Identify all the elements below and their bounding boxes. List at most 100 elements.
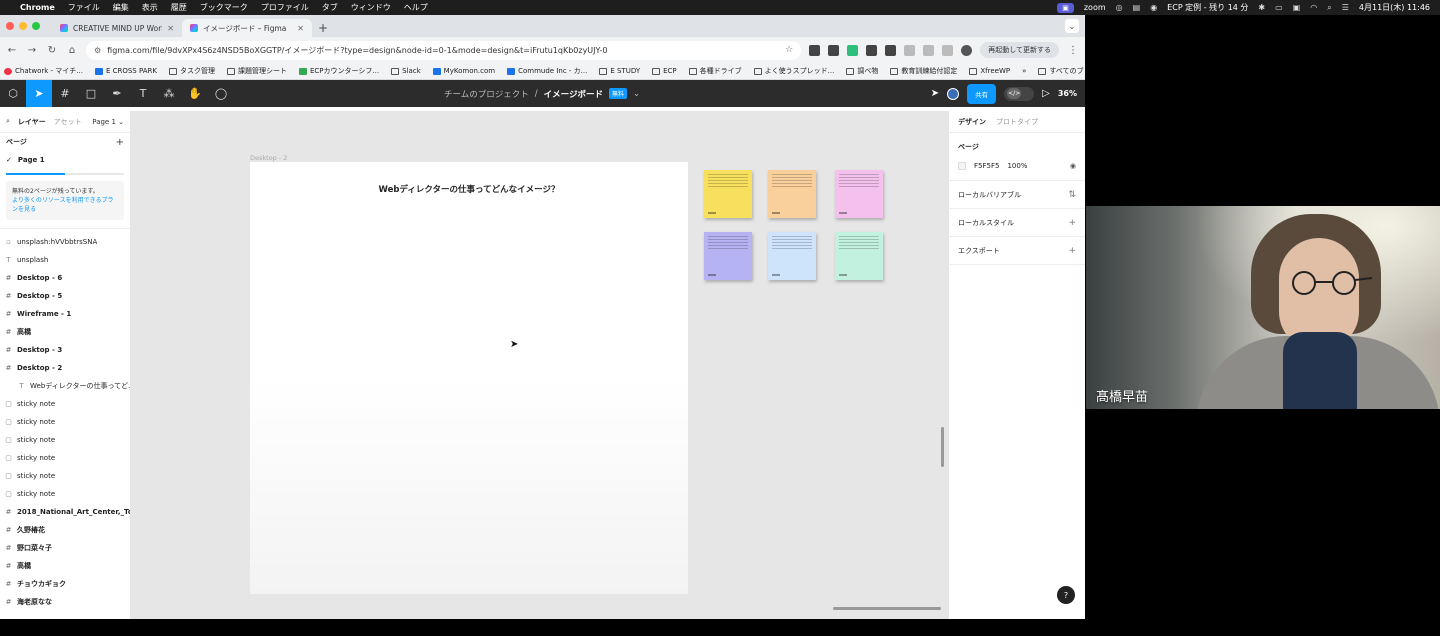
layer-item[interactable]: # 高橋 — [0, 323, 130, 341]
layer-item[interactable]: ▢ sticky note — [0, 485, 130, 503]
bookmark-item[interactable]: ECPカウンターシフ... — [299, 66, 379, 76]
extension-icon[interactable] — [847, 44, 859, 56]
layer-item[interactable]: ▢ sticky note — [0, 413, 130, 431]
layer-item[interactable]: ▢ sticky note — [0, 431, 130, 449]
tab-imageboard[interactable]: イメージボード – Figma ✕ — [182, 19, 312, 37]
present-icon[interactable]: ▷ — [1042, 88, 1050, 99]
clipboard-icon[interactable]: ▤ — [1133, 3, 1141, 12]
bg-hex-value[interactable]: F5F5F5 — [974, 162, 999, 170]
figma-main-menu-icon[interactable]: ⬡ — [0, 80, 26, 107]
bookmark-folder[interactable]: Slack — [391, 67, 421, 75]
address-bar[interactable]: ⚙ figma.com/file/9dvXPx4S6z4NSD5BoXGGTP/… — [86, 40, 802, 60]
bookmark-item[interactable]: E CROSS PARK — [94, 67, 157, 75]
layer-item[interactable]: # 高橋 — [0, 557, 130, 575]
bg-opacity-value[interactable]: 100% — [1007, 162, 1027, 170]
all-bookmarks-folder[interactable]: すべてのブックマーク — [1038, 66, 1085, 76]
bookmark-folder[interactable]: 各種ドライブ — [688, 66, 742, 76]
sticky-note[interactable] — [835, 232, 883, 280]
upgrade-link[interactable]: より多くのリソースを利用できるプランを見る — [12, 196, 118, 214]
extensions-puzzle-icon[interactable] — [923, 44, 935, 56]
layer-item[interactable]: # Desktop - 6 — [0, 269, 130, 287]
layer-item[interactable]: # 海老原なな — [0, 593, 130, 611]
frame-tool-icon[interactable]: # — [52, 80, 78, 107]
zoom-level[interactable]: 36% — [1058, 89, 1077, 98]
bookmark-folder[interactable]: ECP — [652, 67, 677, 75]
search-icon[interactable]: ⌕ — [1327, 3, 1331, 13]
dev-mode-toggle[interactable]: </> — [1004, 86, 1035, 101]
more-bookmarks-button[interactable]: » — [1022, 67, 1026, 75]
text-tool-icon[interactable]: T — [130, 80, 156, 107]
close-tab-icon[interactable]: ✕ — [167, 24, 174, 33]
battery-icon[interactable]: ▭ — [1275, 3, 1283, 12]
local-variables-row[interactable]: ローカルバリアブル ⇅ — [949, 181, 1085, 209]
vertical-scrollbar[interactable] — [941, 427, 944, 467]
eye-icon[interactable]: ◉ — [1070, 162, 1076, 170]
sticky-note[interactable] — [704, 232, 752, 280]
bookmark-folder[interactable]: 課題管理シート — [227, 66, 287, 76]
tab-search-button[interactable]: ⌄ — [1065, 19, 1079, 33]
menu-help[interactable]: ヘルプ — [404, 2, 428, 13]
layer-item[interactable]: ▫ unsplash:hVVbbtrsSNA — [0, 233, 130, 251]
file-name[interactable]: イメージボード — [544, 88, 603, 100]
side-panel-icon[interactable] — [942, 44, 954, 56]
hand-tool-icon[interactable]: ✋ — [182, 80, 208, 107]
close-tab-icon[interactable]: ✕ — [297, 24, 304, 33]
camera-icon[interactable] — [904, 44, 916, 56]
screen-share-icon[interactable]: ▣ — [1057, 2, 1074, 13]
qr-code-icon[interactable] — [866, 44, 878, 56]
menu-history[interactable]: 履歴 — [171, 2, 187, 13]
status-icon[interactable]: ◎ — [1116, 3, 1123, 12]
menu-bookmarks[interactable]: ブックマーク — [200, 2, 248, 13]
browser-menu-icon[interactable]: ⋮ — [1067, 45, 1079, 56]
help-button[interactable]: ? — [1057, 586, 1075, 604]
extension-icon[interactable] — [885, 44, 897, 56]
tab-prototype[interactable]: プロトタイプ — [996, 117, 1038, 127]
comment-tool-icon[interactable]: ◯ — [208, 80, 234, 107]
layer-item[interactable]: #2018_National_Art_Center,_Tokyo_... — [0, 503, 130, 521]
variables-settings-icon[interactable]: ⇅ — [1068, 190, 1076, 200]
calendar-event-status[interactable]: ECP 定例 - 残り 14 分 — [1167, 2, 1248, 13]
clock[interactable]: 4月11日(木) 11:46 — [1359, 2, 1430, 13]
bookmark-folder[interactable]: XfreeWP — [969, 67, 1010, 75]
layer-item[interactable]: # Desktop - 5 — [0, 287, 130, 305]
layer-item[interactable]: T Webディレクターの仕事ってど... — [0, 377, 130, 395]
bookmark-item[interactable]: タスク管理 — [169, 66, 215, 76]
sticky-note[interactable] — [704, 170, 752, 218]
menu-file[interactable]: ファイル — [68, 2, 100, 13]
menu-view[interactable]: 表示 — [142, 2, 158, 13]
page-background-fill[interactable]: F5F5F5 100% ◉ — [949, 157, 1085, 181]
page-selector[interactable]: Page 1 ⌄ — [92, 118, 124, 126]
layer-item[interactable]: # 野口菜々子 — [0, 539, 130, 557]
site-info-icon[interactable]: ⚙ — [94, 46, 101, 55]
menu-app-name[interactable]: Chrome — [20, 3, 55, 12]
frame-desktop-2[interactable]: Webディレクターの仕事ってどんなイメージ？ — [250, 162, 688, 594]
search-icon[interactable]: ⌕ — [6, 117, 10, 126]
share-button[interactable]: 共有 — [967, 83, 997, 104]
layer-item[interactable]: # Desktop - 3 — [0, 341, 130, 359]
frame-heading-text[interactable]: Webディレクターの仕事ってどんなイメージ？ — [250, 183, 688, 195]
minimize-window-button[interactable] — [19, 22, 27, 30]
add-page-icon[interactable]: + — [116, 137, 124, 148]
layer-item[interactable]: ▢ sticky note — [0, 467, 130, 485]
chevron-down-icon[interactable]: ⌄ — [633, 89, 640, 99]
close-window-button[interactable] — [6, 22, 14, 30]
add-style-icon[interactable]: + — [1068, 218, 1076, 228]
menu-edit[interactable]: 編集 — [113, 2, 129, 13]
layer-item[interactable]: ▢ sticky note — [0, 395, 130, 413]
sync-icon[interactable]: ◉ — [1150, 3, 1157, 12]
relaunch-button[interactable]: 再起動して更新する — [980, 42, 1059, 58]
reload-icon[interactable]: ↻ — [46, 45, 58, 56]
bookmark-folder[interactable]: 教育訓練給付認定 — [890, 66, 957, 76]
layer-item[interactable]: # Desktop - 2 — [0, 359, 130, 377]
tab-layers[interactable]: レイヤー — [18, 117, 46, 127]
tab-assets[interactable]: アセット — [54, 117, 82, 127]
tab-creative-mind-up[interactable]: CREATIVE MIND UP WorkSho ✕ — [52, 19, 182, 37]
url-text[interactable]: figma.com/file/9dvXPx4S6z4NSD5BoXGGTP/イメ… — [107, 45, 779, 56]
control-center-icon[interactable]: ☰ — [1342, 3, 1349, 12]
user-avatar[interactable] — [947, 87, 960, 100]
design-canvas[interactable]: Desktop - 2 Webディレクターの仕事ってどんなイメージ？ ➤ — [131, 111, 948, 619]
home-icon[interactable]: ⌂ — [66, 45, 78, 56]
bookmark-folder[interactable]: E STUDY — [599, 67, 640, 75]
bookmark-item[interactable]: Commude Inc - カ... — [507, 66, 587, 76]
color-swatch[interactable] — [958, 161, 966, 170]
